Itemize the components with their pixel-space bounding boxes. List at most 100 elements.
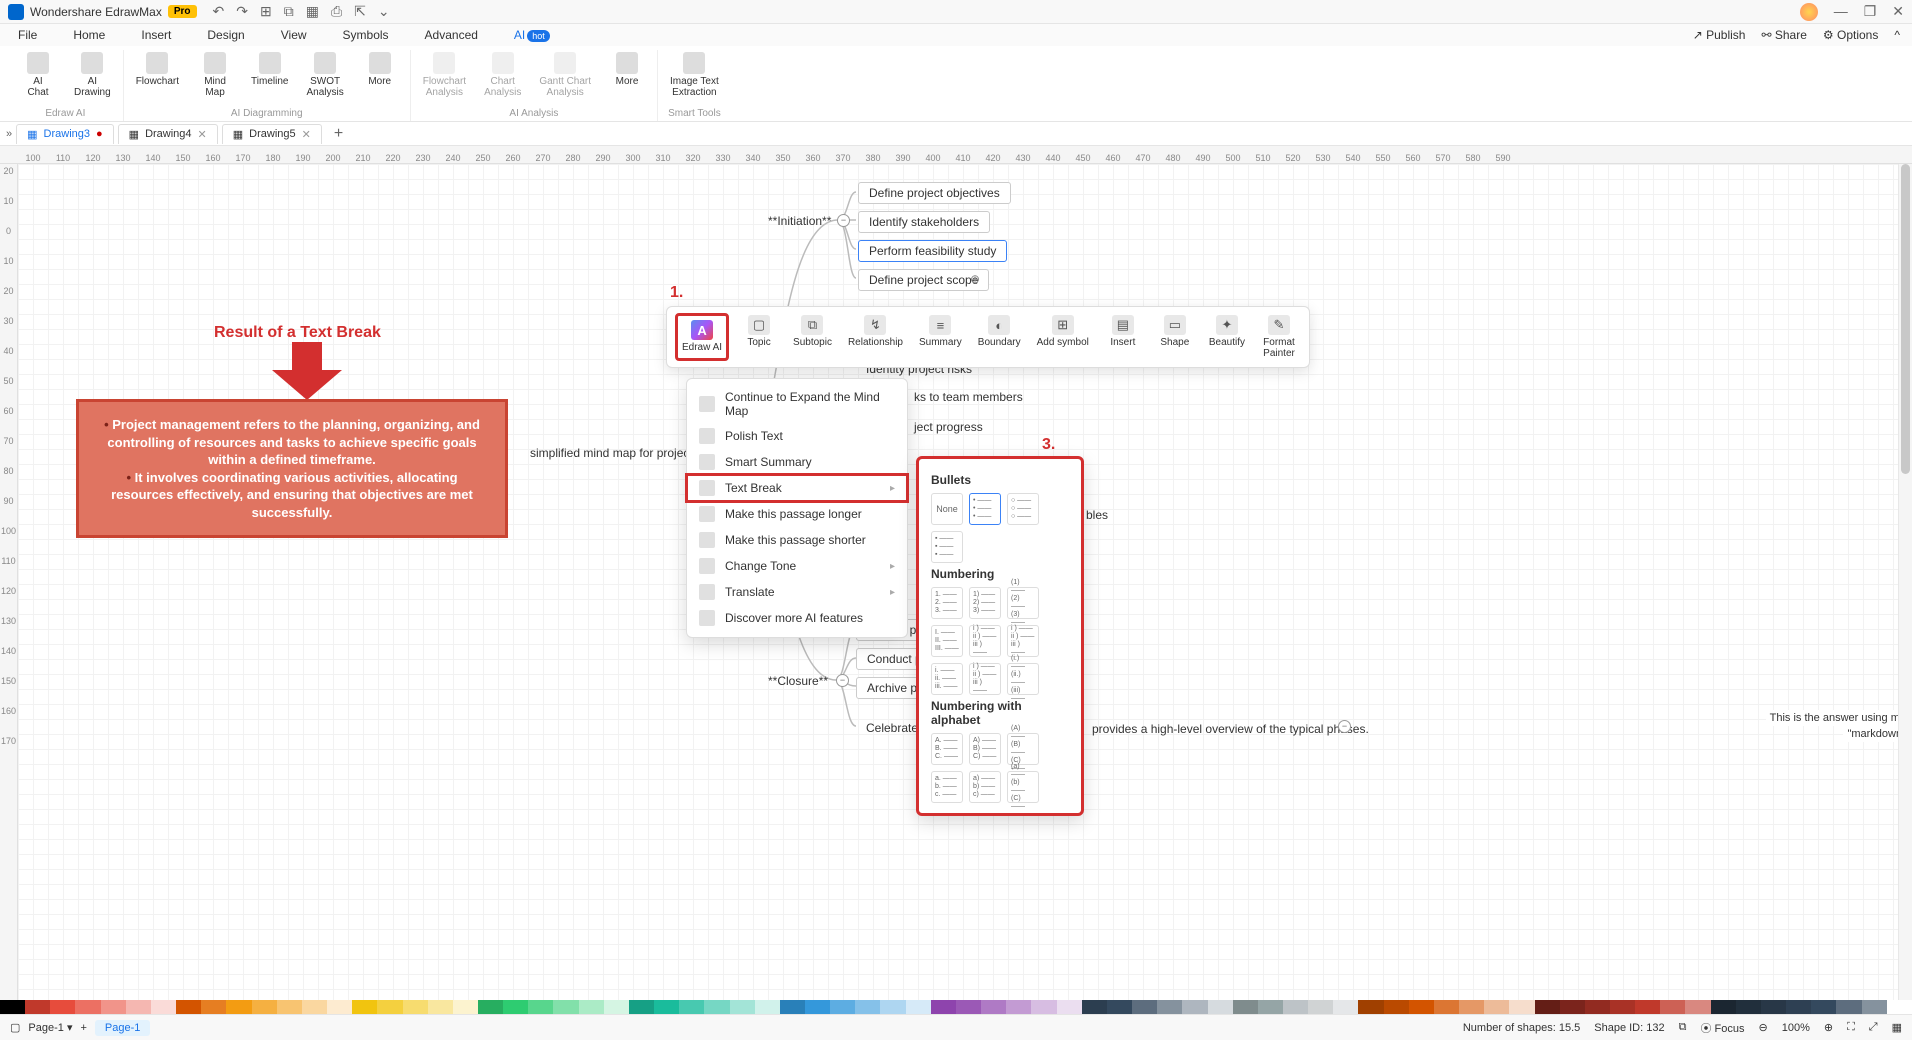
numbering-option[interactable]: 1. ——2. ——3. —— xyxy=(931,587,963,619)
page-dropdown[interactable]: Page-1 ▾ xyxy=(28,1021,72,1034)
color-swatch[interactable] xyxy=(553,1000,578,1014)
color-swatch[interactable] xyxy=(931,1000,956,1014)
minimize-icon[interactable]: — xyxy=(1834,3,1848,21)
flowchart-button[interactable]: Flowchart xyxy=(132,50,183,100)
color-swatch[interactable] xyxy=(101,1000,126,1014)
diagramming-more-button[interactable]: More xyxy=(358,50,402,100)
color-swatch[interactable] xyxy=(201,1000,226,1014)
color-swatch[interactable] xyxy=(1711,1000,1736,1014)
bullets-square-option[interactable]: ▪ ——▪ ——▪ —— xyxy=(931,531,963,563)
menu-discover-more[interactable]: Discover more AI features xyxy=(687,605,907,631)
color-swatch[interactable] xyxy=(1761,1000,1786,1014)
node-identify-stakeholders[interactable]: Identify stakeholders xyxy=(858,211,990,233)
color-swatch[interactable] xyxy=(654,1000,679,1014)
color-swatch[interactable] xyxy=(629,1000,654,1014)
tab-design[interactable]: Design xyxy=(201,26,250,44)
alpha-numbering-option[interactable]: (A) ——(B) ——(C) —— xyxy=(1007,733,1039,765)
color-swatch[interactable] xyxy=(252,1000,277,1014)
mindmap-button[interactable]: MindMap xyxy=(193,50,237,100)
color-swatch[interactable] xyxy=(403,1000,428,1014)
tab-file[interactable]: File xyxy=(12,26,43,44)
node-define-objectives[interactable]: Define project objectives xyxy=(858,182,1011,204)
color-swatch[interactable] xyxy=(1585,1000,1610,1014)
color-swatch[interactable] xyxy=(277,1000,302,1014)
numbering-option[interactable]: i ) ——ii ) ——iii ) —— xyxy=(1007,625,1039,657)
color-swatch[interactable] xyxy=(1208,1000,1233,1014)
color-swatch[interactable] xyxy=(956,1000,981,1014)
color-swatch[interactable] xyxy=(50,1000,75,1014)
numbering-option[interactable]: I. ——II. ——III. —— xyxy=(931,625,963,657)
export-icon[interactable]: ⇱ xyxy=(354,3,366,20)
color-swatch[interactable] xyxy=(604,1000,629,1014)
scrollbar-thumb[interactable] xyxy=(1901,164,1910,474)
color-swatch[interactable] xyxy=(453,1000,478,1014)
color-swatch[interactable] xyxy=(151,1000,176,1014)
color-swatch[interactable] xyxy=(1635,1000,1660,1014)
shape-button[interactable]: ▭Shape xyxy=(1153,313,1197,361)
color-swatch[interactable] xyxy=(1484,1000,1509,1014)
menu-change-tone[interactable]: Change Tone▸ xyxy=(687,553,907,579)
tab-home[interactable]: Home xyxy=(67,26,111,44)
color-swatch[interactable] xyxy=(1233,1000,1258,1014)
flowchart-analysis-button[interactable]: FlowchartAnalysis xyxy=(419,50,470,100)
alpha-numbering-option[interactable]: a. ——b. ——c. —— xyxy=(931,771,963,803)
fullscreen-icon[interactable]: ⤢ xyxy=(1869,1021,1878,1034)
color-swatch[interactable] xyxy=(730,1000,755,1014)
color-swatch[interactable] xyxy=(1182,1000,1207,1014)
menu-text-break[interactable]: Text Break▸ xyxy=(687,475,907,501)
edraw-ai-button[interactable]: AEdraw AI xyxy=(675,313,729,361)
color-swatch[interactable] xyxy=(1031,1000,1056,1014)
color-swatch[interactable] xyxy=(755,1000,780,1014)
numbering-option[interactable]: (1) ——(2) ——(3) —— xyxy=(1007,587,1039,619)
avatar[interactable] xyxy=(1800,3,1818,21)
color-swatch[interactable] xyxy=(1107,1000,1132,1014)
color-swatch[interactable] xyxy=(1811,1000,1836,1014)
fit-page-icon[interactable]: ⛶ xyxy=(1847,1021,1855,1034)
color-swatch[interactable] xyxy=(1660,1000,1685,1014)
color-swatch[interactable] xyxy=(1358,1000,1383,1014)
gantt-analysis-button[interactable]: Gantt ChartAnalysis xyxy=(535,50,595,100)
numbering-option[interactable]: 1) ——2) ——3) —— xyxy=(969,587,1001,619)
collapse-ribbon-icon[interactable]: ^ xyxy=(1894,28,1900,42)
color-swatch[interactable] xyxy=(75,1000,100,1014)
color-swatch[interactable] xyxy=(1283,1000,1308,1014)
print-icon[interactable]: ⎙ xyxy=(331,3,342,20)
alpha-numbering-option[interactable]: (a) ——(b) ——(C) —— xyxy=(1007,771,1039,803)
menu-shorter[interactable]: Make this passage shorter xyxy=(687,527,907,553)
tab-insert[interactable]: Insert xyxy=(135,26,177,44)
color-swatch[interactable] xyxy=(126,1000,151,1014)
bullets-none-option[interactable]: None xyxy=(931,493,963,525)
color-swatch[interactable] xyxy=(1434,1000,1459,1014)
open-icon[interactable]: ⧉ xyxy=(284,3,294,20)
presentation-icon[interactable]: ▦ xyxy=(1892,1021,1902,1034)
color-swatch[interactable] xyxy=(377,1000,402,1014)
color-swatch[interactable] xyxy=(528,1000,553,1014)
tab-ai[interactable]: AIhot xyxy=(508,26,556,44)
color-swatch[interactable] xyxy=(352,1000,377,1014)
relationship-button[interactable]: ↯Relationship xyxy=(844,313,907,361)
branch-initiation[interactable]: **Initiation** xyxy=(768,214,831,228)
color-swatch[interactable] xyxy=(1384,1000,1409,1014)
color-swatch[interactable] xyxy=(25,1000,50,1014)
menu-translate[interactable]: Translate▸ xyxy=(687,579,907,605)
ai-drawing-button[interactable]: AIDrawing xyxy=(70,50,115,100)
color-swatch[interactable] xyxy=(906,1000,931,1014)
color-swatch[interactable] xyxy=(1459,1000,1484,1014)
color-swatch[interactable] xyxy=(1082,1000,1107,1014)
doc-tab-3[interactable]: ▦Drawing5✕ xyxy=(222,124,322,144)
zoom-level[interactable]: 100% xyxy=(1782,1022,1810,1034)
color-swatch[interactable] xyxy=(1786,1000,1811,1014)
alpha-numbering-option[interactable]: A. ——B. ——C. —— xyxy=(931,733,963,765)
menu-longer[interactable]: Make this passage longer xyxy=(687,501,907,527)
save-icon[interactable]: ▦ xyxy=(306,3,319,20)
color-swatch[interactable] xyxy=(478,1000,503,1014)
node-feasibility-study[interactable]: Perform feasibility study xyxy=(858,240,1007,262)
collapse-icon[interactable]: − xyxy=(1338,720,1351,733)
zoom-in-button[interactable]: ⊕ xyxy=(1824,1021,1833,1034)
color-swatch[interactable] xyxy=(1132,1000,1157,1014)
timeline-button[interactable]: Timeline xyxy=(247,50,292,100)
boundary-button[interactable]: ◐Boundary xyxy=(974,313,1025,361)
color-swatch[interactable] xyxy=(1409,1000,1434,1014)
beautify-button[interactable]: ✦Beautify xyxy=(1205,313,1249,361)
alpha-numbering-option[interactable]: A) ——B) ——C) —— xyxy=(969,733,1001,765)
